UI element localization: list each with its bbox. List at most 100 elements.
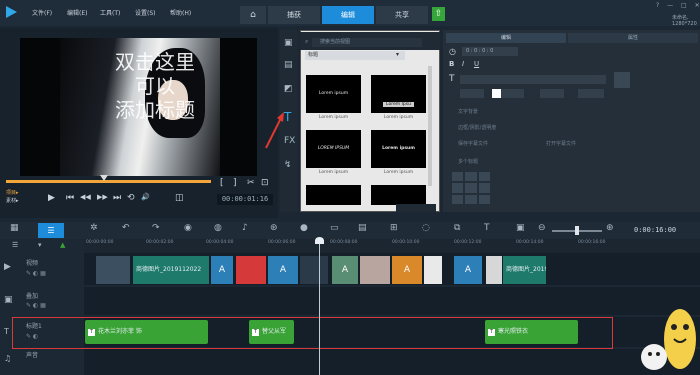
toolbox-icon[interactable]: ✲ — [90, 223, 98, 233]
mark-in-icon[interactable]: [ — [220, 178, 224, 188]
add-chapter-icon[interactable]: ▾ — [38, 241, 42, 249]
align-cell[interactable] — [465, 183, 477, 193]
skip-end-icon[interactable]: ⏭ — [113, 193, 121, 203]
menu-tools[interactable]: 工具(T) — [100, 8, 120, 17]
menu-file[interactable]: 文件(F) — [32, 8, 52, 17]
track-manager-icon[interactable]: ☰ — [12, 241, 18, 249]
kerning-field[interactable] — [540, 89, 564, 98]
chevron-down-icon[interactable]: ▾ — [396, 51, 399, 58]
transition-icon[interactable]: ◩ — [284, 84, 293, 94]
menu-settings[interactable]: 设置(S) — [135, 8, 156, 17]
step-back-icon[interactable]: ◀◀ — [80, 193, 91, 201]
align-cell[interactable] — [452, 183, 464, 193]
search-input[interactable]: 搜索当前视图 — [312, 38, 422, 47]
mark-out-icon[interactable]: ] — [233, 178, 237, 188]
library-view-controls[interactable] — [396, 204, 436, 212]
timeline-ruler[interactable]: 00:00:00:00 00:00:02:00 00:00:04:00 00:0… — [84, 239, 700, 253]
tab-edit[interactable]: 编辑 — [322, 6, 374, 24]
time-remap-icon[interactable]: ◌ — [422, 223, 430, 233]
help-icon[interactable]: ? — [656, 2, 659, 9]
align-cell[interactable] — [465, 172, 477, 182]
playhead-handle[interactable] — [315, 237, 324, 244]
3d-title-icon[interactable]: T — [484, 223, 490, 233]
align-cell[interactable] — [465, 194, 477, 204]
transition-clip[interactable]: A — [268, 256, 298, 284]
title-thumb[interactable]: LOREM IPSUM — [306, 130, 361, 168]
alignment-grid[interactable] — [452, 172, 490, 204]
title-thumb[interactable]: Lorem Ipsu — [371, 75, 426, 113]
step-forward-icon[interactable]: ▶▶ — [97, 193, 108, 201]
menu-help[interactable]: 帮助(H) — [170, 8, 191, 17]
motion-track-icon[interactable]: ⊛ — [270, 223, 278, 233]
border-shadow-option[interactable]: 边框/阴影/透明度 — [458, 124, 496, 131]
timeline-view-icon[interactable]: ☰ — [38, 223, 64, 238]
save-subtitle-option[interactable]: 保存字幕文件 — [458, 140, 488, 147]
redo-icon[interactable]: ↷ — [152, 223, 160, 233]
undo-icon[interactable]: ↶ — [122, 223, 130, 233]
photo-clip[interactable] — [360, 256, 390, 284]
video-thumbnail[interactable] — [96, 256, 130, 284]
text-background-option[interactable]: 文字背景 — [458, 108, 478, 115]
library-scrollbar[interactable] — [428, 66, 432, 186]
font-size-field[interactable] — [460, 89, 484, 98]
playhead-line[interactable] — [319, 239, 320, 375]
record-capture-icon[interactable]: ◉ — [184, 223, 192, 233]
title-thumb[interactable] — [306, 185, 361, 205]
zoom-slider-handle[interactable] — [575, 226, 579, 235]
title-thumb[interactable] — [371, 185, 426, 205]
timecode-display[interactable]: 00:00:01:16 — [217, 194, 273, 205]
snapshot-icon[interactable]: ⊡ — [261, 178, 269, 188]
underline-icon[interactable]: U — [474, 60, 479, 68]
minimize-icon[interactable]: — — [667, 2, 673, 9]
track-controls[interactable]: ✎ ◐ ▦ — [26, 270, 46, 277]
split-screen-icon[interactable]: ⊞ — [390, 223, 398, 233]
zoom-out-icon[interactable]: ⊖ — [538, 223, 546, 233]
path-icon[interactable]: ↯ — [284, 160, 292, 170]
color-swatch[interactable] — [492, 89, 501, 98]
photo-clip[interactable] — [236, 256, 266, 284]
preview-window[interactable]: 双击这里 可以 添加标题 — [20, 38, 257, 176]
transition-clip[interactable]: A — [392, 256, 422, 284]
track-controls[interactable]: ✎ ◐ ▦ — [26, 302, 46, 309]
fit-project-icon[interactable]: ▣ — [516, 223, 525, 233]
photo-clip[interactable] — [424, 256, 442, 284]
tab-share[interactable]: 共享 — [376, 6, 428, 24]
volume-icon[interactable]: 🔊 — [141, 193, 150, 201]
resize-icon[interactable]: ◫ — [175, 193, 184, 203]
storyboard-view-icon[interactable]: ▦ — [10, 223, 19, 233]
play-icon[interactable]: ▶ — [48, 193, 55, 203]
video-clip[interactable]: 商德图片_2019112022 — [133, 256, 209, 284]
title-thumb[interactable]: Lorem ipsum — [371, 130, 426, 168]
subtitle-editor-icon[interactable]: ▭ — [330, 223, 339, 233]
upload-icon[interactable]: ⇧ — [432, 7, 445, 21]
rotation-field[interactable] — [578, 89, 604, 98]
multi-camera-icon[interactable]: ▤ — [358, 223, 367, 233]
font-select[interactable] — [460, 75, 606, 84]
close-icon[interactable]: ✕ — [695, 2, 700, 9]
instant-project-icon[interactable]: ▤ — [284, 60, 293, 70]
align-cell[interactable] — [478, 172, 490, 182]
media-icon[interactable]: ▣ — [284, 38, 293, 48]
menu-edit[interactable]: 编辑(E) — [67, 8, 87, 17]
multiple-titles-option[interactable]: 多个标题 — [458, 158, 478, 165]
italic-icon[interactable]: I — [462, 60, 464, 68]
photo-clip[interactable] — [300, 256, 328, 284]
tab-edit-options[interactable]: 编辑 — [446, 33, 566, 43]
tab-attributes[interactable]: 属性 — [568, 33, 698, 43]
title-overlay-text[interactable]: 双击这里 可以 添加标题 — [90, 50, 220, 122]
mask-icon[interactable]: ● — [300, 223, 308, 233]
align-cell[interactable] — [478, 183, 490, 193]
cut-icon[interactable]: ✂ — [247, 178, 255, 188]
home-icon[interactable]: ⌂ — [240, 6, 266, 24]
scrub-handle[interactable] — [100, 175, 108, 181]
transition-clip[interactable]: A — [332, 256, 358, 284]
sound-mixer-icon[interactable]: ◍ — [214, 223, 222, 233]
align-cell[interactable] — [478, 194, 490, 204]
align-cell[interactable] — [452, 172, 464, 182]
library-category-dropdown[interactable]: 标题 — [305, 51, 405, 60]
tab-capture[interactable]: 捕获 — [268, 6, 320, 24]
duration-field[interactable]: 0 : 0 : 0 : 0 — [462, 47, 518, 56]
zoom-in-icon[interactable]: ⊕ — [606, 223, 614, 233]
line-spacing-field[interactable] — [500, 89, 524, 98]
repeat-icon[interactable]: ⟲ — [127, 193, 135, 203]
